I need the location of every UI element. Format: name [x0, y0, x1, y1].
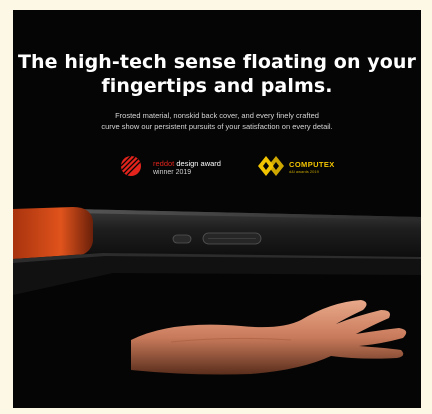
- banner-headline: The high-tech sense floating on your fin…: [13, 50, 421, 98]
- subheadline-line-1: Frosted material, nonskid back cover, an…: [115, 111, 319, 120]
- reddot-award-year: winner 2019: [153, 169, 192, 176]
- reddot-logo-icon: [120, 155, 141, 176]
- banner-subheadline: Frosted material, nonskid back cover, an…: [13, 110, 421, 132]
- computex-award-sub: d&i awards 2019: [289, 169, 319, 174]
- headline-line-2: fingertips and palms.: [101, 75, 333, 97]
- headline-line-1: The high-tech sense floating on your: [17, 51, 417, 73]
- reddot-award-label: reddot design award: [153, 159, 221, 168]
- awards-row: reddot design award winner 2019 COMPUTEX…: [13, 147, 421, 177]
- hand-image: [131, 300, 407, 375]
- computex-award-label: COMPUTEX: [289, 160, 335, 169]
- subheadline-line-2: curve show our persistent pursuits of yo…: [101, 122, 333, 131]
- product-banner: The high-tech sense floating on your fin…: [13, 10, 421, 408]
